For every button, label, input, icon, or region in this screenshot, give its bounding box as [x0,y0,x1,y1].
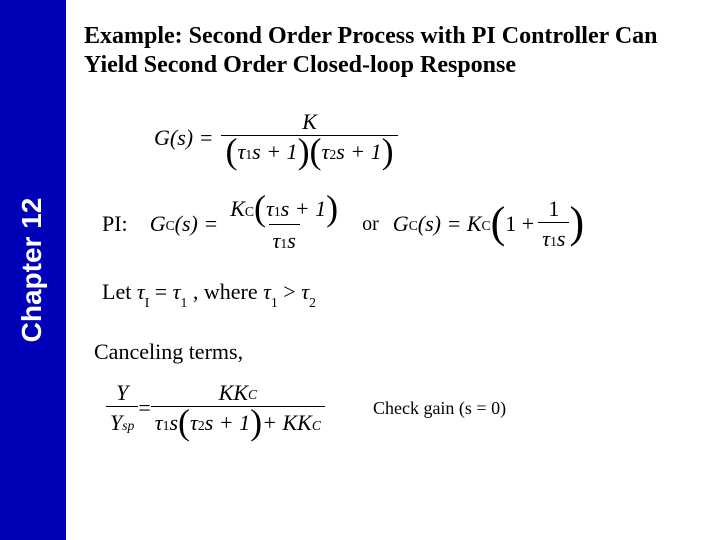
equation-g: G(s) = K ( τ1s + 1 )( τ2s + 1 ) [154,110,700,167]
page-title: Example: Second Order Process with PI Co… [84,22,700,80]
sidebar: Chapter 12 [0,0,66,540]
chapter-label: Chapter 12 [16,0,48,540]
pi-fraction-1: KC ( τ1s + 1 ) τ1s [226,195,342,254]
canceling-terms: Canceling terms, [94,339,700,365]
g-fraction: K ( τ1s + 1 )( τ2s + 1 ) [221,110,397,167]
check-gain: Check gain (s = 0) [373,398,506,419]
let-line: Let τI = τ1 , where τ1 > τ2 [102,279,700,308]
pi-paren-group: ( 1 + 1 τ1s ) [491,197,584,251]
equation-ysp: Y Ysp = KKC τ1s ( τ2s + 1 ) + KKC [106,379,700,438]
ysp-lhs: Y Ysp [106,381,138,435]
equation-pi: PI: GC(s) = KC ( τ1s + 1 ) τ1s or GC( [102,195,700,254]
ysp-rhs: KKC τ1s ( τ2s + 1 ) + KKC [151,379,325,438]
slide-content: Example: Second Order Process with PI Co… [66,0,720,540]
pi-or: or [362,213,379,236]
pi-fraction-2: 1 τ1s [538,197,569,251]
g-den: ( τ1s + 1 )( τ2s + 1 ) [221,135,397,167]
g-lhs: G(s) = [154,125,213,151]
pi-label: PI: [102,211,128,237]
